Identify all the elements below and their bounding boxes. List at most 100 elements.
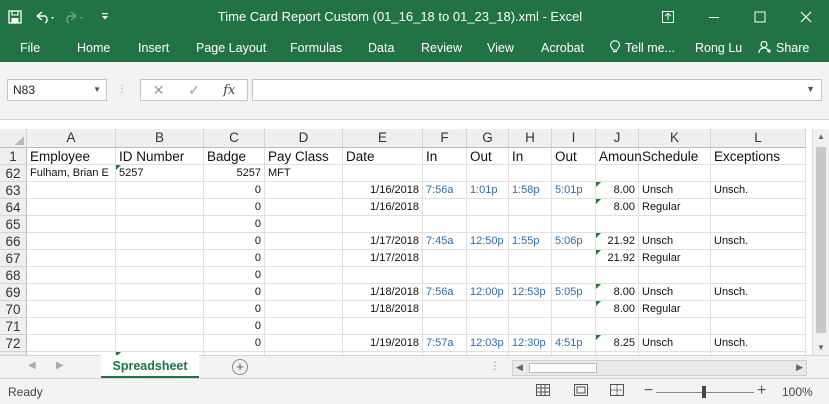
- table-cell[interactable]: 0: [204, 301, 265, 318]
- table-cell[interactable]: [116, 216, 204, 233]
- undo-icon[interactable]: [30, 0, 60, 34]
- column-title-cell[interactable]: Employee: [27, 148, 116, 165]
- table-cell[interactable]: Unsch: [639, 182, 711, 199]
- table-cell[interactable]: 5257: [204, 165, 265, 182]
- tab-split-grip-icon[interactable]: ⋮: [490, 361, 500, 372]
- table-cell[interactable]: 0: [204, 318, 265, 335]
- table-cell[interactable]: [116, 284, 204, 301]
- table-cell[interactable]: [265, 182, 343, 199]
- table-cell[interactable]: [711, 250, 806, 267]
- table-cell[interactable]: 5:01p: [552, 182, 596, 199]
- table-cell[interactable]: [467, 301, 509, 318]
- vertical-scroll-thumb[interactable]: [816, 147, 826, 333]
- expand-formula-bar-icon[interactable]: ▼: [806, 84, 815, 94]
- row-header[interactable]: 69: [0, 284, 27, 301]
- table-cell[interactable]: [509, 301, 552, 318]
- row-header[interactable]: 67: [0, 250, 27, 267]
- table-cell[interactable]: [509, 165, 552, 182]
- scroll-down-icon[interactable]: ▼: [817, 343, 825, 352]
- column-title-cell[interactable]: Out: [467, 148, 509, 165]
- table-cell[interactable]: [27, 301, 116, 318]
- table-cell[interactable]: [116, 301, 204, 318]
- row-header[interactable]: 63: [0, 182, 27, 199]
- redo-icon[interactable]: [60, 0, 90, 34]
- table-cell[interactable]: [639, 165, 711, 182]
- table-cell[interactable]: 12:03p: [467, 335, 509, 352]
- share-button[interactable]: Share: [752, 35, 814, 61]
- customize-toolbar-icon[interactable]: [90, 0, 120, 34]
- table-cell[interactable]: [552, 250, 596, 267]
- name-box[interactable]: N83 ▼: [7, 79, 107, 101]
- table-cell[interactable]: [596, 318, 639, 335]
- table-cell[interactable]: Unsch.: [711, 335, 806, 352]
- row-header[interactable]: 64: [0, 199, 27, 216]
- table-cell[interactable]: 7:56a: [423, 284, 467, 301]
- table-cell[interactable]: 1:58p: [509, 182, 552, 199]
- table-cell[interactable]: [467, 250, 509, 267]
- table-cell[interactable]: [27, 233, 116, 250]
- column-title-cell[interactable]: Out: [552, 148, 596, 165]
- table-cell[interactable]: 0: [204, 199, 265, 216]
- table-cell[interactable]: [116, 182, 204, 199]
- table-cell[interactable]: [265, 335, 343, 352]
- table-cell[interactable]: [509, 318, 552, 335]
- table-cell[interactable]: [467, 165, 509, 182]
- table-cell[interactable]: 21.92: [596, 250, 639, 267]
- worksheet-grid[interactable]: ▲ ▼ A B C D E F G H I J K L 1 Employee ID Number Badge P…: [0, 120, 829, 355]
- table-cell[interactable]: 1/16/2018: [343, 182, 423, 199]
- table-cell[interactable]: [552, 318, 596, 335]
- next-sheet-icon[interactable]: ▶: [56, 360, 64, 371]
- table-cell[interactable]: 21.92: [596, 233, 639, 250]
- table-cell[interactable]: [265, 233, 343, 250]
- maximize-icon[interactable]: [737, 0, 783, 34]
- table-cell[interactable]: Unsch.: [711, 284, 806, 301]
- table-cell[interactable]: 1/19/2018: [343, 335, 423, 352]
- horizontal-scroll-thumb[interactable]: [529, 363, 597, 373]
- table-cell[interactable]: [509, 267, 552, 284]
- table-cell[interactable]: [265, 250, 343, 267]
- table-cell[interactable]: Unsch: [639, 233, 711, 250]
- column-header-e[interactable]: E: [343, 129, 423, 148]
- tab-formulas[interactable]: Formulas: [290, 34, 342, 62]
- chevron-down-icon[interactable]: ▼: [93, 80, 101, 100]
- cancel-entry-icon[interactable]: ✕: [141, 82, 176, 99]
- column-header-k[interactable]: K: [639, 129, 711, 148]
- table-cell[interactable]: [467, 216, 509, 233]
- column-title-cell[interactable]: Amoun: [596, 148, 642, 165]
- table-cell[interactable]: [639, 216, 711, 233]
- row-header[interactable]: 68: [0, 267, 27, 284]
- tab-acrobat[interactable]: Acrobat: [541, 34, 584, 62]
- table-cell[interactable]: [596, 165, 639, 182]
- insert-function-icon[interactable]: fx: [212, 83, 247, 98]
- table-cell[interactable]: [711, 267, 806, 284]
- select-all-button[interactable]: [0, 129, 27, 148]
- save-icon[interactable]: [0, 0, 30, 34]
- row-header[interactable]: 70: [0, 301, 27, 318]
- column-title-cell[interactable]: In: [509, 148, 552, 165]
- table-cell[interactable]: [265, 216, 343, 233]
- table-cell[interactable]: 0: [204, 250, 265, 267]
- tab-file[interactable]: File: [20, 34, 40, 62]
- table-cell[interactable]: 1:55p: [509, 233, 552, 250]
- column-header-j[interactable]: J: [596, 129, 639, 148]
- table-cell[interactable]: [711, 165, 806, 182]
- table-cell[interactable]: [265, 199, 343, 216]
- table-cell[interactable]: 7:56a: [423, 182, 467, 199]
- tab-home[interactable]: Home: [77, 34, 110, 62]
- sheet-tab-spreadsheet[interactable]: Spreadsheet: [101, 355, 199, 379]
- table-cell[interactable]: [343, 318, 423, 335]
- vertical-scrollbar[interactable]: ▲ ▼: [812, 129, 829, 355]
- table-cell[interactable]: [423, 301, 467, 318]
- page-layout-view-icon[interactable]: [574, 384, 590, 398]
- table-cell[interactable]: [27, 216, 116, 233]
- table-cell[interactable]: 5257: [116, 165, 204, 182]
- table-cell[interactable]: [27, 199, 116, 216]
- close-icon[interactable]: [783, 0, 829, 34]
- table-cell[interactable]: 5:05p: [552, 284, 596, 301]
- table-cell[interactable]: 0: [204, 233, 265, 250]
- column-header-h[interactable]: H: [509, 129, 552, 148]
- table-cell[interactable]: [509, 250, 552, 267]
- column-header-f[interactable]: F: [423, 129, 467, 148]
- table-cell[interactable]: 0: [204, 267, 265, 284]
- table-cell[interactable]: MFT: [265, 165, 343, 182]
